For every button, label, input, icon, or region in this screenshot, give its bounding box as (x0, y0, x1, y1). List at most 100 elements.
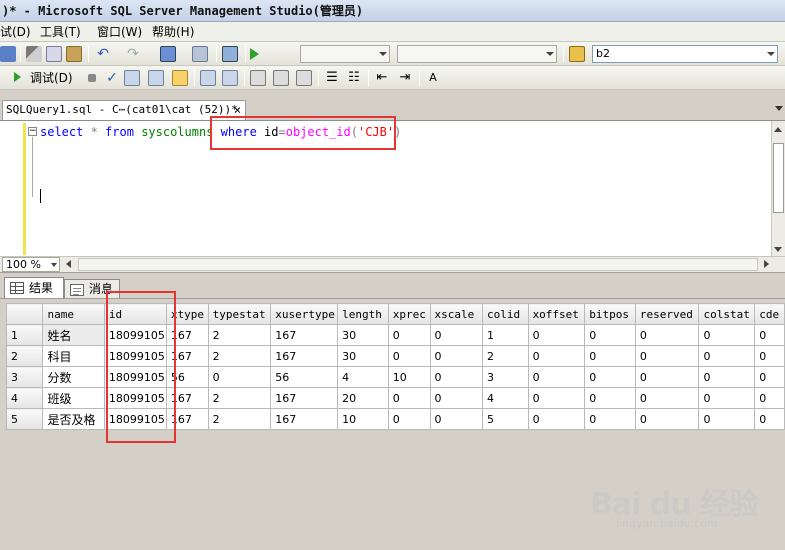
table-cell[interactable]: 0 (387, 408, 431, 430)
table-cell[interactable]: 30 (337, 324, 389, 346)
table-cell[interactable]: 2 (207, 324, 272, 346)
scroll-down-icon[interactable] (774, 247, 782, 252)
table-cell[interactable]: 0 (754, 387, 785, 409)
column-header[interactable]: xusertype (270, 303, 339, 325)
results-to-grid-icon[interactable] (172, 70, 188, 86)
table-cell[interactable]: 0 (527, 324, 586, 346)
menu-help[interactable]: 帮助(H) (152, 22, 194, 42)
column-header[interactable]: name (42, 303, 105, 325)
table-cell[interactable]: 班级 (42, 387, 105, 409)
table-cell[interactable]: 0 (754, 366, 785, 388)
table-cell[interactable]: 167 (270, 324, 339, 346)
paste-icon[interactable] (66, 46, 82, 62)
table-cell[interactable]: 2 (207, 345, 272, 367)
find-icon[interactable] (569, 46, 585, 62)
table-cell[interactable]: 4 (337, 366, 389, 388)
table-cell[interactable]: 0 (698, 345, 756, 367)
table-cell[interactable]: 0 (387, 324, 431, 346)
column-header[interactable]: xprec (387, 303, 431, 325)
table-cell[interactable]: 3 (482, 366, 529, 388)
results-to-text-icon[interactable] (250, 70, 266, 86)
copy-icon[interactable] (46, 46, 62, 62)
specify-template-values-icon[interactable]: A (425, 70, 441, 86)
table-cell[interactable]: 0 (754, 408, 785, 430)
uncomment-lines-icon[interactable]: ☷ (346, 70, 362, 86)
table-cell[interactable]: 4 (482, 387, 529, 409)
table-cell[interactable]: 1 (482, 324, 529, 346)
column-header[interactable]: typestat (207, 303, 272, 325)
table-cell[interactable]: 0 (698, 408, 756, 430)
query-designer-icon[interactable] (148, 70, 164, 86)
debug-play-icon[interactable] (14, 72, 21, 82)
column-header[interactable]: xscale (429, 303, 484, 325)
table-cell[interactable]: 167 (270, 387, 339, 409)
table-cell[interactable]: 0 (584, 387, 636, 409)
redo-icon[interactable]: ↷ (125, 46, 141, 62)
table-cell[interactable]: 0 (634, 408, 700, 430)
table-cell[interactable]: 0 (754, 324, 785, 346)
table-cell[interactable]: 0 (207, 366, 272, 388)
client-stats-icon[interactable] (222, 70, 238, 86)
parse-checkmark-icon[interactable]: ✓ (104, 70, 120, 86)
table-cell[interactable]: 分数 (42, 366, 105, 388)
activity-monitor-icon[interactable] (222, 46, 238, 62)
cancel-query-icon[interactable] (88, 74, 96, 82)
start-debugging-icon[interactable] (250, 48, 259, 60)
comment-lines-icon[interactable]: ☰ (324, 70, 340, 86)
table-cell[interactable]: 0 (429, 387, 484, 409)
editor-horizontal-scrollbar[interactable] (78, 258, 758, 271)
tab-list-dropdown-icon[interactable] (775, 106, 783, 111)
menu-tools[interactable]: 工具(T) (40, 22, 81, 42)
table-cell[interactable]: 167 (270, 408, 339, 430)
table-cell[interactable]: 0 (584, 366, 636, 388)
solution-platform-dropdown[interactable] (397, 45, 557, 63)
scroll-up-icon[interactable] (774, 127, 782, 132)
menu-window[interactable]: 窗口(W) (97, 22, 142, 42)
solution-config-dropdown[interactable] (300, 45, 390, 63)
table-cell[interactable]: 10 (337, 408, 389, 430)
column-header[interactable]: colstat (698, 303, 756, 325)
table-cell[interactable]: 5 (482, 408, 529, 430)
table-cell[interactable]: 0 (429, 345, 484, 367)
table-cell[interactable]: 0 (698, 324, 756, 346)
table-cell[interactable]: 20 (337, 387, 389, 409)
column-header[interactable]: cde (754, 303, 785, 325)
table-cell[interactable]: 0 (429, 366, 484, 388)
decrease-indent-icon[interactable]: ⇤ (374, 70, 390, 86)
scroll-thumb[interactable] (773, 143, 784, 213)
column-header[interactable]: bitpos (584, 303, 636, 325)
table-cell[interactable]: 56 (270, 366, 339, 388)
table-cell[interactable]: 0 (387, 387, 431, 409)
database-dropdown[interactable]: b2 (592, 45, 778, 63)
row-number[interactable]: 4 (5, 387, 44, 409)
results-grid-icon[interactable] (273, 70, 289, 86)
include-plan-icon[interactable] (200, 70, 216, 86)
table-cell[interactable]: 0 (387, 345, 431, 367)
cut-icon[interactable] (26, 46, 42, 62)
column-header[interactable]: colid (482, 303, 529, 325)
table-cell[interactable]: 0 (698, 366, 756, 388)
table-cell[interactable]: 0 (584, 324, 636, 346)
table-cell[interactable]: 0 (634, 345, 700, 367)
row-number[interactable]: 2 (5, 345, 44, 367)
table-cell[interactable]: 0 (527, 408, 586, 430)
column-header[interactable]: xoffset (527, 303, 586, 325)
navigate-backward-icon[interactable] (160, 46, 176, 62)
scroll-right-icon[interactable] (764, 260, 769, 268)
column-header[interactable]: length (337, 303, 389, 325)
editor-vertical-scrollbar[interactable] (771, 121, 785, 256)
corner-header[interactable] (5, 303, 44, 325)
row-number[interactable]: 5 (5, 408, 44, 430)
table-cell[interactable]: 2 (207, 387, 272, 409)
table-cell[interactable]: 0 (634, 366, 700, 388)
tab-results[interactable]: 结果 (4, 277, 64, 299)
table-cell[interactable]: 0 (584, 345, 636, 367)
table-cell[interactable]: 2 (482, 345, 529, 367)
table-cell[interactable]: 0 (754, 345, 785, 367)
collapse-icon[interactable]: − (28, 127, 37, 136)
table-cell[interactable]: 2 (207, 408, 272, 430)
table-cell[interactable]: 0 (634, 387, 700, 409)
results-file-icon[interactable] (296, 70, 312, 86)
menu-debug[interactable]: 试(D) (0, 22, 31, 42)
debug-button[interactable]: 调试(D) (30, 66, 73, 90)
